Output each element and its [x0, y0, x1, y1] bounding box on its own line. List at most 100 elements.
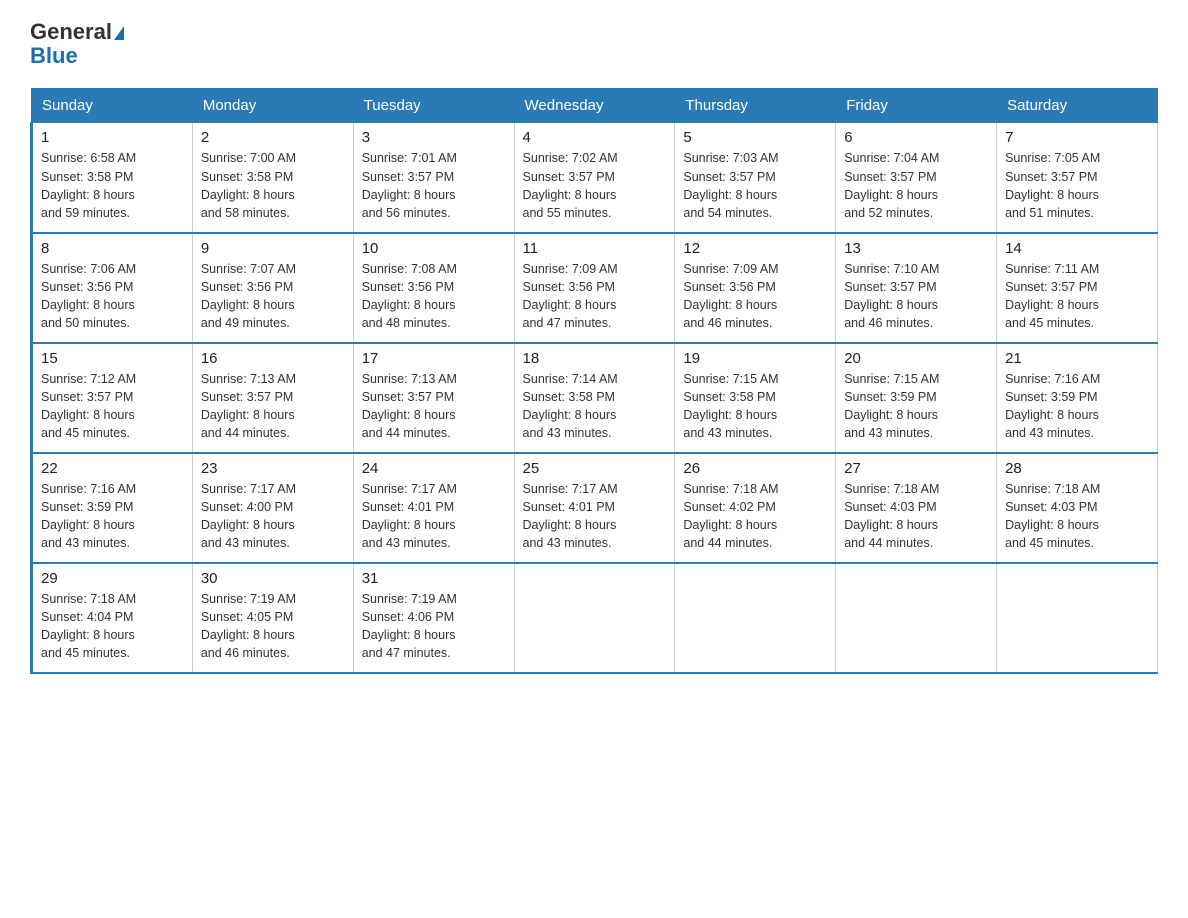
calendar-cell: 2 Sunrise: 7:00 AMSunset: 3:58 PMDaylight… — [192, 123, 353, 233]
day-info: Sunrise: 7:01 AMSunset: 3:57 PMDaylight:… — [362, 149, 506, 222]
calendar-cell — [836, 563, 997, 673]
day-number: 17 — [362, 350, 506, 367]
day-info: Sunrise: 7:13 AMSunset: 3:57 PMDaylight:… — [201, 370, 345, 443]
day-info: Sunrise: 7:03 AMSunset: 3:57 PMDaylight:… — [683, 149, 827, 222]
day-info: Sunrise: 7:15 AMSunset: 3:59 PMDaylight:… — [844, 370, 988, 443]
calendar-cell — [997, 563, 1158, 673]
day-number: 13 — [844, 240, 988, 257]
day-info: Sunrise: 7:11 AMSunset: 3:57 PMDaylight:… — [1005, 260, 1149, 333]
calendar-cell: 8Sunrise: 7:06 AMSunset: 3:56 PMDaylight… — [32, 233, 193, 343]
calendar-cell: 24 Sunrise: 7:17 AMSunset: 4:01 PMDayligh… — [353, 453, 514, 563]
day-info: Sunrise: 7:05 AMSunset: 3:57 PMDaylight:… — [1005, 149, 1149, 222]
calendar-cell: 23 Sunrise: 7:17 AMSunset: 4:00 PMDayligh… — [192, 453, 353, 563]
day-number: 29 — [41, 570, 184, 587]
day-info: Sunrise: 7:12 AMSunset: 3:57 PMDaylight:… — [41, 370, 184, 443]
day-number: 24 — [362, 460, 506, 477]
day-info: Sunrise: 7:08 AMSunset: 3:56 PMDaylight:… — [362, 260, 506, 333]
day-number: 3 — [362, 129, 506, 146]
calendar-cell: 26 Sunrise: 7:18 AMSunset: 4:02 PMDayligh… — [675, 453, 836, 563]
day-info: Sunrise: 7:18 AMSunset: 4:03 PMDaylight:… — [844, 480, 988, 553]
calendar-header-row: SundayMondayTuesdayWednesdayThursdayFrid… — [32, 89, 1158, 123]
calendar-cell: 3 Sunrise: 7:01 AMSunset: 3:57 PMDaylight… — [353, 123, 514, 233]
day-info: Sunrise: 7:17 AMSunset: 4:00 PMDaylight:… — [201, 480, 345, 553]
day-number: 19 — [683, 350, 827, 367]
day-number: 15 — [41, 350, 184, 367]
calendar-cell: 30 Sunrise: 7:19 AMSunset: 4:05 PMDayligh… — [192, 563, 353, 673]
day-number: 11 — [523, 240, 667, 257]
day-number: 25 — [523, 460, 667, 477]
calendar-cell: 31Sunrise: 7:19 AMSunset: 4:06 PMDayligh… — [353, 563, 514, 673]
calendar-cell: 7 Sunrise: 7:05 AMSunset: 3:57 PMDaylight… — [997, 123, 1158, 233]
day-number: 26 — [683, 460, 827, 477]
day-number: 20 — [844, 350, 988, 367]
calendar-cell: 1Sunrise: 6:58 AMSunset: 3:58 PMDaylight… — [32, 123, 193, 233]
calendar-cell: 14Sunrise: 7:11 AMSunset: 3:57 PMDayligh… — [997, 233, 1158, 343]
calendar-week-row: 8Sunrise: 7:06 AMSunset: 3:56 PMDaylight… — [32, 233, 1158, 343]
logo-triangle-icon — [114, 26, 124, 40]
day-info: Sunrise: 7:16 AMSunset: 3:59 PMDaylight:… — [41, 480, 184, 553]
calendar-cell: 16 Sunrise: 7:13 AMSunset: 3:57 PMDayligh… — [192, 343, 353, 453]
day-info: Sunrise: 7:10 AMSunset: 3:57 PMDaylight:… — [844, 260, 988, 333]
day-info: Sunrise: 7:18 AMSunset: 4:02 PMDaylight:… — [683, 480, 827, 553]
day-info: Sunrise: 7:17 AMSunset: 4:01 PMDaylight:… — [523, 480, 667, 553]
calendar-cell: 4 Sunrise: 7:02 AMSunset: 3:57 PMDaylight… — [514, 123, 675, 233]
day-info: Sunrise: 7:17 AMSunset: 4:01 PMDaylight:… — [362, 480, 506, 553]
page-header: General Blue — [30, 20, 1158, 68]
day-number: 23 — [201, 460, 345, 477]
calendar-cell: 25 Sunrise: 7:17 AMSunset: 4:01 PMDayligh… — [514, 453, 675, 563]
col-header-wednesday: Wednesday — [514, 89, 675, 123]
day-number: 28 — [1005, 460, 1149, 477]
calendar-cell: 11 Sunrise: 7:09 AMSunset: 3:56 PMDayligh… — [514, 233, 675, 343]
calendar-cell: 13 Sunrise: 7:10 AMSunset: 3:57 PMDayligh… — [836, 233, 997, 343]
calendar-cell: 15 Sunrise: 7:12 AMSunset: 3:57 PMDayligh… — [32, 343, 193, 453]
col-header-saturday: Saturday — [997, 89, 1158, 123]
day-info: Sunrise: 7:18 AMSunset: 4:04 PMDaylight:… — [41, 590, 184, 663]
day-info: Sunrise: 7:02 AMSunset: 3:57 PMDaylight:… — [523, 149, 667, 222]
day-info: Sunrise: 7:16 AMSunset: 3:59 PMDaylight:… — [1005, 370, 1149, 443]
day-number: 8 — [41, 240, 184, 257]
day-number: 10 — [362, 240, 506, 257]
day-info: Sunrise: 7:19 AMSunset: 4:06 PMDaylight:… — [362, 590, 506, 663]
calendar-week-row: 29 Sunrise: 7:18 AMSunset: 4:04 PMDayligh… — [32, 563, 1158, 673]
calendar-cell — [514, 563, 675, 673]
day-info: Sunrise: 7:19 AMSunset: 4:05 PMDaylight:… — [201, 590, 345, 663]
logo: General Blue — [30, 20, 124, 68]
day-number: 5 — [683, 129, 827, 146]
calendar-cell: 27 Sunrise: 7:18 AMSunset: 4:03 PMDayligh… — [836, 453, 997, 563]
day-number: 22 — [41, 460, 184, 477]
logo-blue: Blue — [30, 44, 124, 68]
calendar-cell: 20 Sunrise: 7:15 AMSunset: 3:59 PMDayligh… — [836, 343, 997, 453]
day-number: 9 — [201, 240, 345, 257]
calendar-week-row: 22 Sunrise: 7:16 AMSunset: 3:59 PMDayligh… — [32, 453, 1158, 563]
day-info: Sunrise: 7:04 AMSunset: 3:57 PMDaylight:… — [844, 149, 988, 222]
day-info: Sunrise: 7:00 AMSunset: 3:58 PMDaylight:… — [201, 149, 345, 222]
day-number: 16 — [201, 350, 345, 367]
day-number: 30 — [201, 570, 345, 587]
col-header-friday: Friday — [836, 89, 997, 123]
day-info: Sunrise: 7:07 AMSunset: 3:56 PMDaylight:… — [201, 260, 345, 333]
day-info: Sunrise: 7:09 AMSunset: 3:56 PMDaylight:… — [523, 260, 667, 333]
col-header-sunday: Sunday — [32, 89, 193, 123]
calendar-week-row: 1Sunrise: 6:58 AMSunset: 3:58 PMDaylight… — [32, 123, 1158, 233]
day-number: 6 — [844, 129, 988, 146]
col-header-thursday: Thursday — [675, 89, 836, 123]
day-number: 4 — [523, 129, 667, 146]
day-number: 21 — [1005, 350, 1149, 367]
calendar-cell: 5 Sunrise: 7:03 AMSunset: 3:57 PMDaylight… — [675, 123, 836, 233]
col-header-tuesday: Tuesday — [353, 89, 514, 123]
calendar-cell: 29 Sunrise: 7:18 AMSunset: 4:04 PMDayligh… — [32, 563, 193, 673]
calendar-table: SundayMondayTuesdayWednesdayThursdayFrid… — [30, 88, 1158, 674]
day-number: 2 — [201, 129, 345, 146]
calendar-cell: 21 Sunrise: 7:16 AMSunset: 3:59 PMDayligh… — [997, 343, 1158, 453]
calendar-cell: 19 Sunrise: 7:15 AMSunset: 3:58 PMDayligh… — [675, 343, 836, 453]
calendar-cell: 28Sunrise: 7:18 AMSunset: 4:03 PMDayligh… — [997, 453, 1158, 563]
day-number: 27 — [844, 460, 988, 477]
day-info: Sunrise: 7:14 AMSunset: 3:58 PMDaylight:… — [523, 370, 667, 443]
day-info: Sunrise: 7:15 AMSunset: 3:58 PMDaylight:… — [683, 370, 827, 443]
day-number: 18 — [523, 350, 667, 367]
logo-general: General — [30, 20, 124, 44]
day-number: 7 — [1005, 129, 1149, 146]
day-number: 12 — [683, 240, 827, 257]
calendar-cell: 22 Sunrise: 7:16 AMSunset: 3:59 PMDayligh… — [32, 453, 193, 563]
day-info: Sunrise: 6:58 AMSunset: 3:58 PMDaylight:… — [41, 149, 184, 222]
